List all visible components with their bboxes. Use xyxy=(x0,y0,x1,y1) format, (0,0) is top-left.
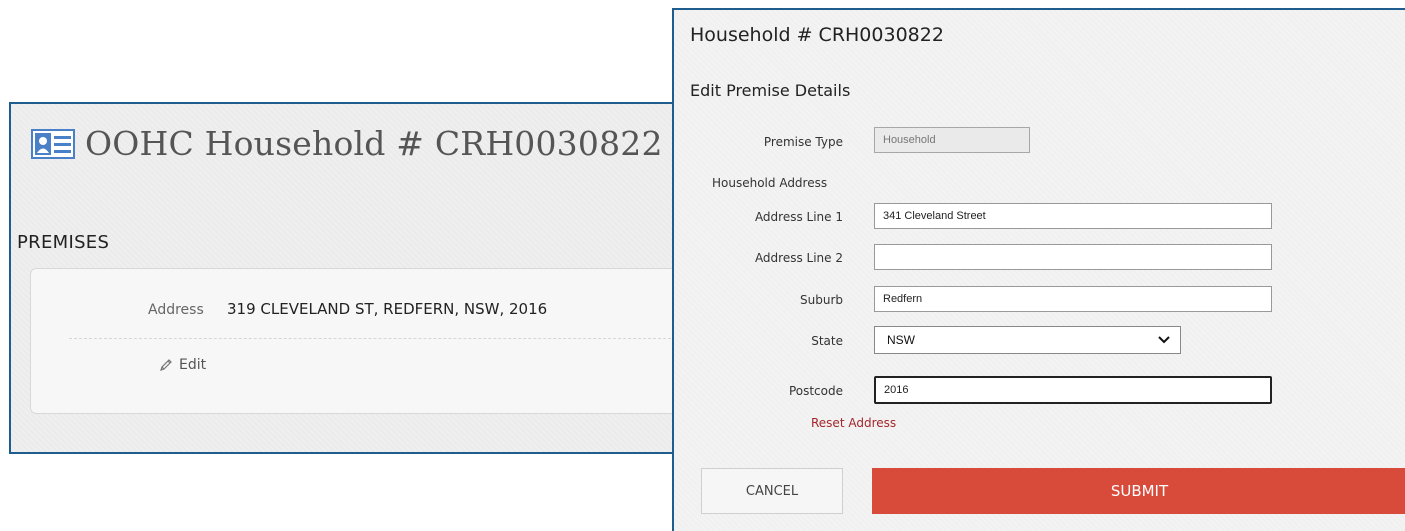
reset-address-link[interactable]: Reset Address xyxy=(811,416,896,430)
premise-type-label: Premise Type xyxy=(763,135,843,149)
household-address-label: Household Address xyxy=(712,176,828,190)
page-title: OOHC Household # CRH0030822 xyxy=(31,124,663,163)
modal-title: Household # CRH0030822 xyxy=(690,24,944,46)
postcode-label: Postcode xyxy=(788,384,843,398)
state-label: State xyxy=(811,334,843,348)
premise-type-field xyxy=(874,127,1030,153)
address-line1-label: Address Line 1 xyxy=(754,210,843,224)
edit-label: Edit xyxy=(179,357,207,373)
suburb-input[interactable] xyxy=(874,286,1272,312)
address-line2-label: Address Line 2 xyxy=(754,251,843,265)
page-title-text: OOHC Household # CRH0030822 xyxy=(85,124,663,163)
premises-heading: PREMISES xyxy=(17,232,110,253)
premises-card: Address 319 CLEVELAND ST, REDFERN, NSW, … xyxy=(30,268,707,414)
address-value: 319 CLEVELAND ST, REDFERN, NSW, 2016 xyxy=(227,300,548,318)
address-label: Address xyxy=(148,302,204,318)
modal-subtitle: Edit Premise Details xyxy=(690,81,851,100)
edit-premise-link[interactable]: Edit xyxy=(159,357,206,373)
chevron-down-icon xyxy=(1158,336,1170,344)
card-divider xyxy=(69,338,691,339)
background-page-panel: OOHC Household # CRH0030822 PREMISES Add… xyxy=(9,102,709,454)
edit-premise-modal: Household # CRH0030822 Edit Premise Deta… xyxy=(672,8,1405,531)
cancel-button[interactable]: CANCEL xyxy=(701,468,843,514)
address-line1-input[interactable] xyxy=(874,203,1272,229)
submit-button[interactable]: SUBMIT xyxy=(872,468,1405,514)
pencil-icon xyxy=(160,359,172,371)
suburb-label: Suburb xyxy=(800,293,843,307)
state-select[interactable]: NSW xyxy=(874,326,1181,354)
address-line2-input[interactable] xyxy=(874,244,1272,270)
state-select-value: NSW xyxy=(887,333,915,347)
contact-card-icon xyxy=(31,128,75,159)
postcode-input[interactable] xyxy=(874,376,1272,404)
